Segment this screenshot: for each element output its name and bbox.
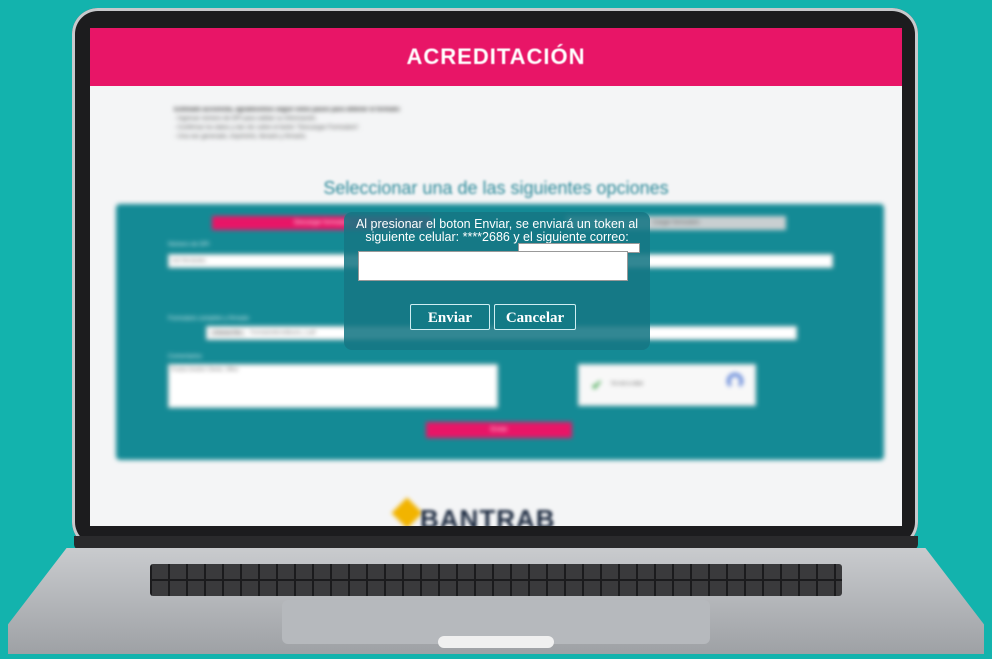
cancel-button[interactable]: Cancelar [494,304,576,330]
laptop-keyboard [150,564,842,596]
recaptcha-logo-icon [727,373,743,389]
checkmark-icon: ✔ [591,377,603,393]
instructions-line: Estimado accionista, agradecemos seguir … [174,107,401,113]
choose-file-button[interactable]: Choose File [210,330,245,336]
comments-textarea[interactable]: Prueba Gestión Cliente, Office [168,364,498,408]
page-title: ACREDITACIÓN [406,44,586,69]
file-name: FormularioAcreditacion_1.pdf [250,330,316,336]
options-heading: Seleccionar una de las siguientes opcion… [323,178,669,198]
brand-star-icon [391,497,423,526]
page-header: ACREDITACIÓN [90,28,902,86]
dpi-label: Número de DPI [168,242,210,248]
laptop-notch [438,636,554,648]
submit-button[interactable]: Enviar [426,422,572,438]
dialog-message: Al presionar el boton Enviar, se enviará… [355,217,639,244]
recaptcha[interactable]: ✔ I'm not a robot [578,364,756,406]
send-button[interactable]: Enviar [410,304,490,330]
instructions-line: - Una vez generado, imprimirlo, llenarlo… [174,134,307,140]
instructions-line: - Confirmar los datos y dar clic sobre e… [174,125,361,131]
instructions-line: - Ingresar número de DPI para validar su… [174,116,318,122]
captcha-label: I'm not a robot [611,381,643,387]
brand-logo: BANTRAB [420,504,556,526]
upload-label: Formulario completo y firmado [168,316,250,322]
laptop-hinge [74,536,918,550]
comments-label: Comentarios [168,354,203,360]
redaction-box [358,251,628,281]
token-dialog: Al presionar el boton Enviar, se enviará… [344,212,650,350]
instructions: Estimado accionista, agradecemos seguir … [174,106,534,142]
